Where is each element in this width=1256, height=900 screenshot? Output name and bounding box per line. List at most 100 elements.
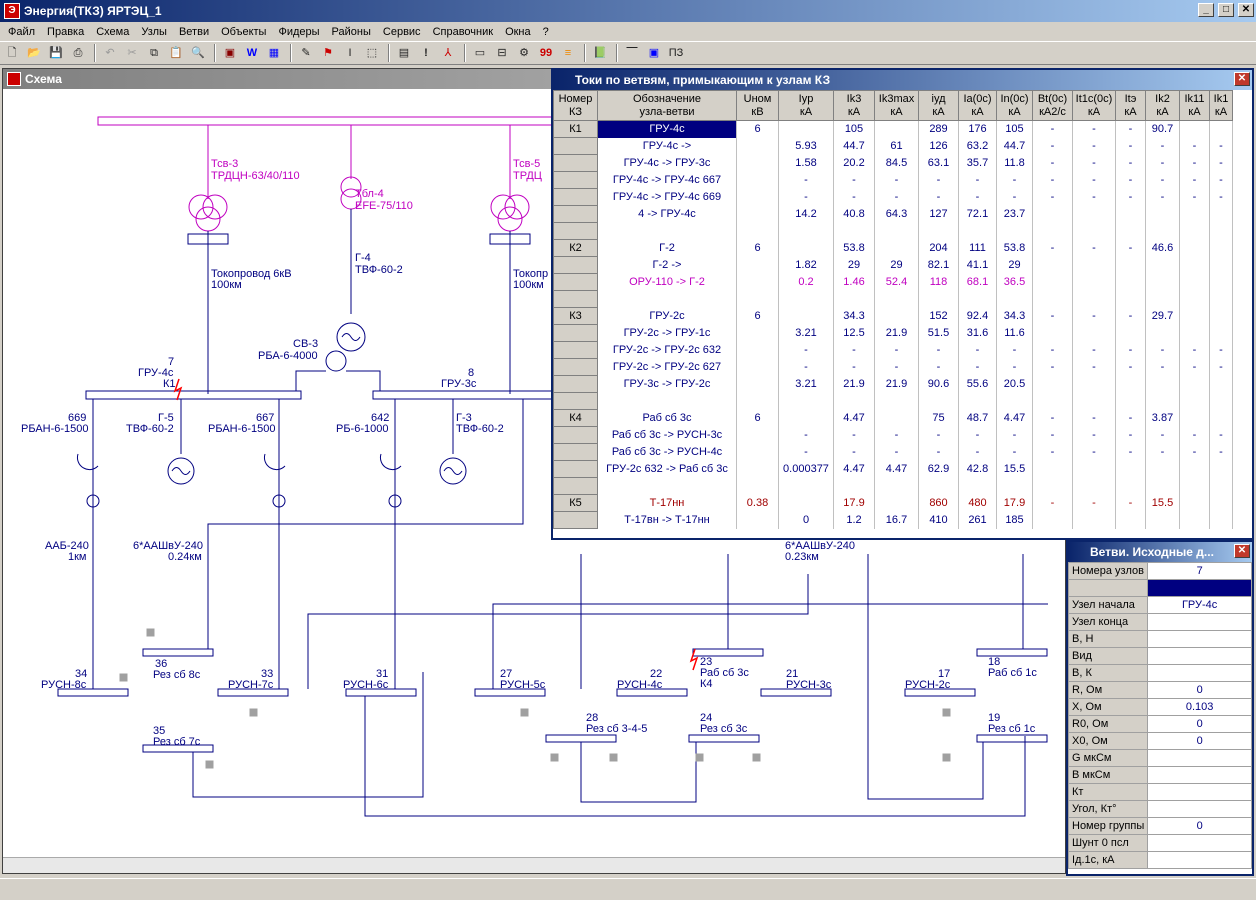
menu-scheme[interactable]: Схема — [90, 26, 135, 38]
table-row[interactable]: К4 Раб сб 3с 6 4.47 75 48.7 4.47- - -3.87 — [553, 409, 1233, 427]
property-value[interactable]: 0 — [1147, 681, 1252, 699]
table-row[interactable]: ГРУ-4с -> ГРУ-3с 1.58 20.2 84.5 63.1 35.7 11.8… — [553, 154, 1233, 172]
report-icon[interactable]: ▣ — [220, 43, 240, 63]
property-value[interactable] — [1147, 800, 1252, 818]
menu-service[interactable]: Сервис — [377, 26, 427, 38]
column-header[interactable]: Ik11 кА — [1179, 90, 1210, 121]
draw-line-icon[interactable]: ✎ — [296, 43, 316, 63]
table-row[interactable]: К3 ГРУ-2с 6 34.3 152 92.4 34.3- - -29.7 — [553, 307, 1233, 325]
branch-close-button[interactable]: ✕ — [1234, 544, 1250, 558]
info-icon[interactable]: ! — [416, 43, 436, 63]
property-value[interactable]: 0 — [1147, 817, 1252, 835]
table-icon[interactable]: ▤ — [394, 43, 414, 63]
property-value[interactable] — [1147, 664, 1252, 682]
menu-edit[interactable]: Правка — [41, 26, 90, 38]
column-header[interactable]: Uном кВ — [736, 90, 779, 121]
table-row[interactable]: Раб сб 3с -> РУСН-4с - - - - - - - - - - - - — [553, 443, 1233, 461]
menu-branches[interactable]: Ветви — [173, 26, 215, 38]
bus-icon[interactable]: I — [340, 43, 360, 63]
table-row[interactable]: ОРУ-110 -> Г-2 0.2 1.46 52.4 118 68.1 36.5 — [553, 273, 1233, 291]
ldz-icon[interactable]: ПЗ — [666, 43, 686, 63]
property-row[interactable]: Узел конца — [1067, 613, 1252, 631]
property-row[interactable]: X, Ом 0.103 — [1067, 698, 1252, 716]
column-header[interactable]: Ik3max кА — [874, 90, 919, 121]
property-value[interactable] — [1147, 613, 1252, 631]
calc-icon[interactable]: ▭ — [470, 43, 490, 63]
horizontal-scrollbar[interactable] — [3, 857, 1065, 873]
menu-windows[interactable]: Окна — [499, 26, 537, 38]
paste-icon[interactable]: 📋 — [166, 43, 186, 63]
property-row[interactable]: R, Ом 0 — [1067, 681, 1252, 699]
property-row[interactable] — [1067, 579, 1252, 597]
menu-help[interactable]: ? — [537, 26, 555, 38]
property-row[interactable]: B мкСм — [1067, 766, 1252, 784]
table-row[interactable]: ГРУ-2с 632 -> Раб сб 3с 0.000377 4.47 4.47 6… — [553, 460, 1233, 478]
column-header[interactable]: Номер КЗ — [553, 90, 598, 121]
column-header[interactable]: Ik3 кА — [833, 90, 875, 121]
find-icon[interactable]: 🔍 — [188, 43, 208, 63]
minimize-button[interactable]: _ — [1198, 3, 1214, 17]
property-value[interactable]: 0 — [1147, 732, 1252, 750]
table-row[interactable]: 4 -> ГРУ-4с 14.2 40.8 64.3 127 72.1 23.7 — [553, 205, 1233, 223]
table-row[interactable]: Г-2 -> 1.82 29 29 82.1 41.1 29 — [553, 256, 1233, 274]
property-row[interactable]: Номер группы 0 — [1067, 817, 1252, 835]
table-row[interactable]: ГРУ-4с -> ГРУ-4с 669- - - - - - - - - - - - — [553, 188, 1233, 206]
property-row[interactable]: Кт — [1067, 783, 1252, 801]
menu-reference[interactable]: Справочник — [427, 26, 500, 38]
word-export-icon[interactable]: W — [242, 43, 262, 63]
select-rect-icon[interactable]: ⬚ — [362, 43, 382, 63]
table-row[interactable] — [553, 290, 1233, 308]
table-row[interactable] — [553, 477, 1233, 495]
property-row[interactable]: Угол, Кт° — [1067, 800, 1252, 818]
property-row[interactable]: Iд.1с, кА — [1067, 851, 1252, 869]
column-header[interactable]: Ik2 кА — [1145, 90, 1180, 121]
property-value[interactable]: ГРУ-4с — [1147, 596, 1252, 614]
currents-table-viewport[interactable]: Номер КЗ Обозначение узла-ветви Uном кВ Iуp кА I… — [553, 90, 1252, 538]
column-header[interactable]: Iуp кА — [778, 90, 834, 121]
table-row[interactable]: К5 Т-17нн 0.38 17.9 860 480 17.9- - -15.5 — [553, 494, 1233, 512]
cut-icon[interactable]: ✂ — [122, 43, 142, 63]
property-row[interactable]: R0, Ом 0 — [1067, 715, 1252, 733]
network-icon[interactable]: ⊟ — [492, 43, 512, 63]
result-icon[interactable]: 99 — [536, 43, 556, 63]
currents-close-button[interactable]: ✕ — [1234, 72, 1250, 86]
copy-icon[interactable]: ⧉ — [144, 43, 164, 63]
column-header[interactable]: Itэ кА — [1115, 90, 1146, 121]
menu-districts[interactable]: Районы — [326, 26, 377, 38]
property-row[interactable]: В, Н — [1067, 630, 1252, 648]
property-row[interactable]: Номера узлов 7 — [1067, 562, 1252, 580]
menu-feeders[interactable]: Фидеры — [272, 26, 325, 38]
grid-icon[interactable]: ▦ — [264, 43, 284, 63]
align-icon[interactable]: ⎺ — [622, 43, 642, 63]
book-icon[interactable]: 📗 — [590, 43, 610, 63]
column-header[interactable]: Ia(0c) кА — [958, 90, 997, 121]
table-row[interactable]: К2 Г-2 6 53.8 204 111 53.8- - -46.6 — [553, 239, 1233, 257]
property-row[interactable]: Вид — [1067, 647, 1252, 665]
maximize-button[interactable]: □ — [1218, 3, 1234, 17]
property-value[interactable] — [1147, 851, 1252, 869]
new-file-icon[interactable]: 🗋 — [2, 43, 22, 63]
table-row[interactable]: ГРУ-4с -> ГРУ-4с 667- - - - - - - - - - - - — [553, 171, 1233, 189]
property-value[interactable] — [1147, 834, 1252, 852]
table-row[interactable]: Т-17вн -> Т-17нн 0 1.2 16.7 410 261 185 — [553, 511, 1233, 529]
property-value[interactable] — [1147, 766, 1252, 784]
table-row[interactable]: ГРУ-2с -> ГРУ-2с 627- - - - - - - - - - - - — [553, 358, 1233, 376]
property-value[interactable] — [1147, 749, 1252, 767]
property-row[interactable]: Шунт 0 псл — [1067, 834, 1252, 852]
save-icon[interactable]: 💾 — [46, 43, 66, 63]
property-value[interactable]: 0.103 — [1147, 698, 1252, 716]
property-value[interactable] — [1147, 579, 1252, 597]
property-value[interactable] — [1147, 783, 1252, 801]
property-value[interactable]: 7 — [1147, 562, 1252, 580]
column-header[interactable]: Ik1 кА — [1209, 90, 1233, 121]
open-folder-icon[interactable]: 📂 — [24, 43, 44, 63]
property-row[interactable]: G мкСм — [1067, 749, 1252, 767]
table-row[interactable]: ГРУ-4с -> 5.93 44.7 61 126 63.2 44.7- - - - - - — [553, 137, 1233, 155]
property-row[interactable]: Узел начала ГРУ-4с — [1067, 596, 1252, 614]
table-row[interactable]: Раб сб 3с -> РУСН-3с - - - - - - - - - - - - — [553, 426, 1233, 444]
property-row[interactable]: X0, Ом 0 — [1067, 732, 1252, 750]
undo-icon[interactable]: ↶ — [100, 43, 120, 63]
settings-icon[interactable]: ⚙ — [514, 43, 534, 63]
print-icon[interactable]: ⎙ — [68, 43, 88, 63]
table-row[interactable]: ГРУ-2с -> ГРУ-2с 632- - - - - - - - - - - - — [553, 341, 1233, 359]
